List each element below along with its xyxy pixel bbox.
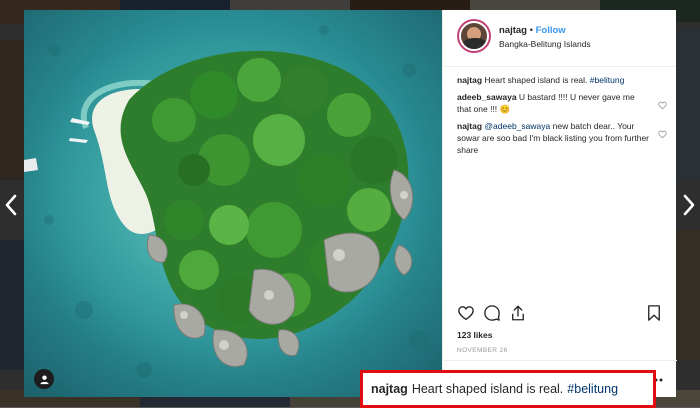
- heart-icon[interactable]: [457, 304, 475, 322]
- comment-username[interactable]: najtag: [457, 121, 482, 131]
- comment-item: najtag @adeeb_sawaya new batch dear.. Yo…: [457, 120, 671, 156]
- post-username[interactable]: najtag: [499, 25, 527, 36]
- island-aerial-image: [24, 10, 442, 397]
- highlight-text: Heart shaped island is real.: [411, 382, 564, 396]
- bookmark-icon[interactable]: [645, 304, 663, 322]
- heart-icon[interactable]: [658, 130, 667, 139]
- user-tag-button[interactable]: [34, 369, 54, 389]
- comment-item: adeeb_sawaya U bastard !!!! U never gave…: [457, 91, 671, 115]
- chevron-left-icon: [5, 194, 17, 216]
- heart-icon[interactable]: [658, 101, 667, 110]
- previous-post-button[interactable]: [0, 190, 22, 220]
- comment-bubble-icon[interactable]: [483, 304, 501, 322]
- comment-text: Heart shaped island is real.: [484, 75, 588, 85]
- highlighted-caption: najtag Heart shaped island is real. #bel…: [360, 370, 656, 408]
- post-actions: [443, 302, 677, 326]
- post-photo[interactable]: [24, 10, 442, 397]
- comment-username[interactable]: adeeb_sawaya: [457, 92, 517, 102]
- share-icon[interactable]: [509, 304, 527, 322]
- highlight-hashtag[interactable]: #belitung: [567, 382, 618, 396]
- comment-hashtag[interactable]: #belitung: [590, 75, 625, 85]
- post-date: NOVEMBER 26: [457, 347, 508, 354]
- highlight-username[interactable]: najtag: [371, 382, 408, 396]
- post-header: najtag • Follow Bangka-Belitung Islands: [443, 10, 676, 67]
- header-separator: •: [529, 25, 533, 36]
- comment-item: najtag Heart shaped island is real. #bel…: [457, 74, 671, 86]
- follow-button[interactable]: Follow: [536, 25, 566, 36]
- post-sidebar: najtag • Follow Bangka-Belitung Islands …: [442, 10, 677, 397]
- likes-count[interactable]: 123 likes: [457, 330, 492, 340]
- person-icon: [39, 374, 49, 384]
- avatar[interactable]: [457, 19, 491, 53]
- comments-list: najtag Heart shaped island is real. #bel…: [457, 74, 671, 161]
- comment-mention[interactable]: @adeeb_sawaya: [484, 121, 550, 131]
- header-user-line: najtag • Follow: [499, 25, 566, 36]
- chevron-right-icon: [683, 194, 695, 216]
- next-post-button[interactable]: [678, 190, 700, 220]
- post-modal: najtag • Follow Bangka-Belitung Islands …: [24, 10, 677, 408]
- comment-username[interactable]: najtag: [457, 75, 482, 85]
- post-location[interactable]: Bangka-Belitung Islands: [499, 39, 591, 49]
